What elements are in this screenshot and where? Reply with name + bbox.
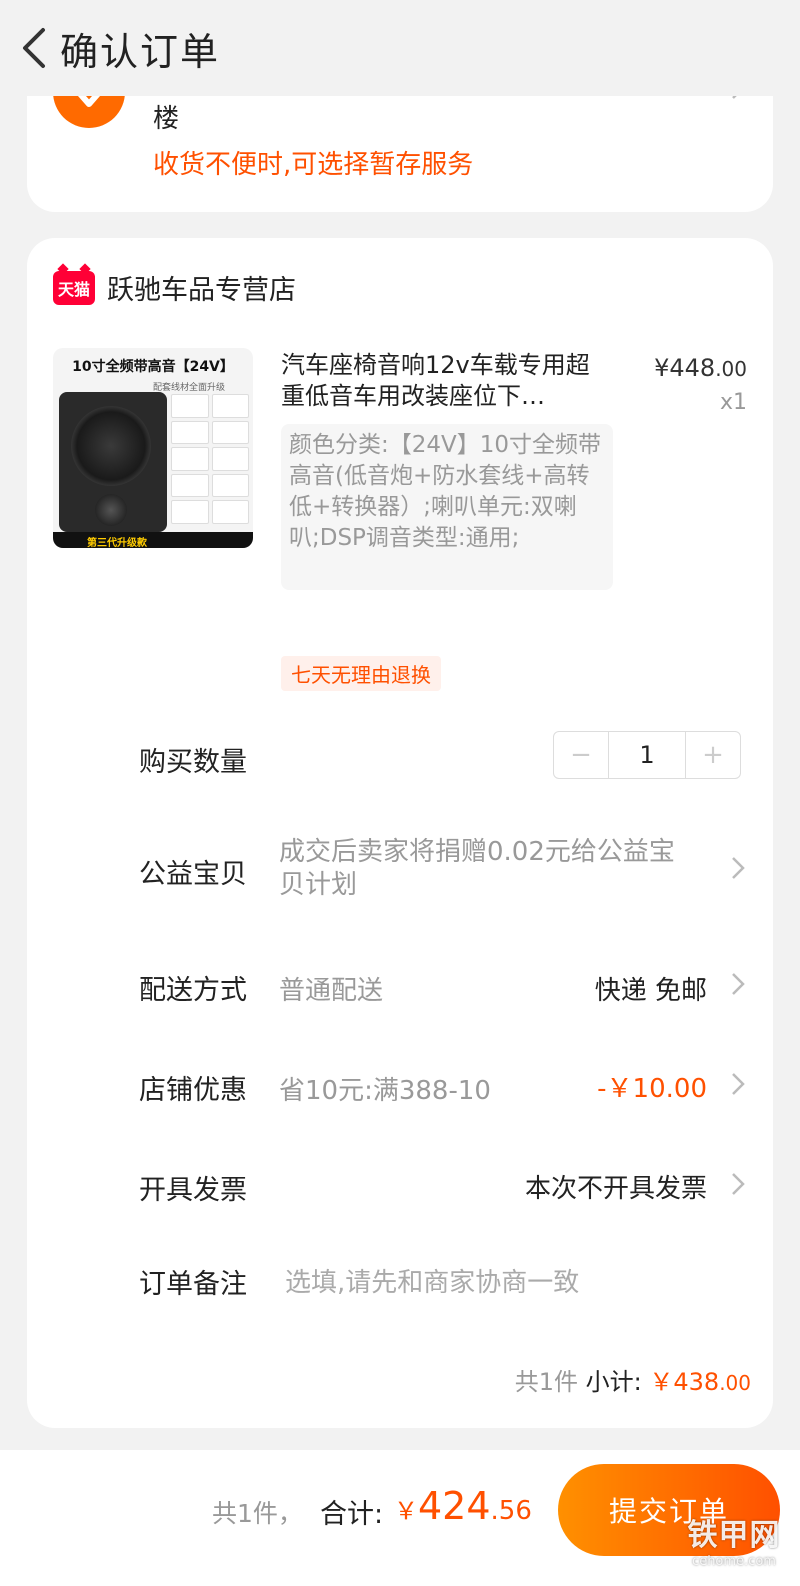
- store-name: 跃驰车品专营店: [107, 275, 296, 306]
- invoice-option[interactable]: 本次不开具发票: [525, 1168, 707, 1205]
- subtotal-label: 小计:: [585, 1368, 642, 1396]
- charity-value[interactable]: 成交后卖家将捐赠0.02元给公益宝贝计划: [279, 836, 699, 902]
- product-price: ¥448.00: [654, 354, 747, 382]
- product-image[interactable]: 10寸全频带高音【24V】 配套线材全面升级 第三代升级款: [53, 348, 253, 548]
- subtotal: 共1件 小计: ￥438.00: [515, 1362, 751, 1397]
- subtotal-symbol: ￥: [649, 1368, 674, 1396]
- subtotal-decimal: .00: [719, 1371, 751, 1395]
- chevron-right-icon[interactable]: [731, 856, 745, 884]
- chevron-right-icon[interactable]: [731, 1172, 745, 1200]
- price-symbol: ¥: [654, 354, 670, 382]
- store-discount-desc: 省10元:满388-10: [279, 1076, 491, 1106]
- tweeter-graphic: [95, 494, 127, 526]
- storage-service-hint[interactable]: 收货不便时,可选择暂存服务: [153, 144, 473, 181]
- order-note-label: 订单备注: [139, 1269, 247, 1300]
- quantity-label: 购买数量: [139, 747, 247, 778]
- quantity-value[interactable]: 1: [608, 732, 686, 778]
- return-policy-tag: 七天无理由退换: [281, 656, 441, 691]
- charity-label: 公益宝贝: [139, 859, 247, 890]
- delivery-method: 普通配送: [279, 976, 384, 1006]
- watermark-url: cehome.com: [692, 1554, 776, 1569]
- total-symbol: ￥: [394, 1497, 418, 1525]
- page-title: 确认订单: [60, 29, 221, 74]
- total-count: 共1件，: [212, 1499, 303, 1528]
- subtotal-count: 共1件: [514, 1368, 578, 1396]
- accessories-graphic: [171, 394, 249, 524]
- site-watermark: 铁甲网 cehome.com: [674, 1510, 794, 1582]
- product-quantity: x1: [719, 390, 747, 415]
- order-card: 天猫 跃驰车品专营店 10寸全频带高音【24V】 配套线材全面升级 第三代升级款…: [27, 238, 773, 1428]
- product-image-banner: [53, 532, 253, 548]
- total-label: 合计:: [320, 1499, 384, 1530]
- delivery-label: 配送方式: [139, 975, 247, 1006]
- woofer-graphic: [71, 406, 151, 486]
- total-integer: 424: [418, 1484, 491, 1528]
- tmall-badge-icon: 天猫: [53, 270, 95, 305]
- total-decimal: .56: [490, 1496, 532, 1526]
- quantity-stepper: − 1 +: [553, 731, 741, 779]
- increase-button[interactable]: +: [686, 732, 740, 778]
- back-arrow-icon[interactable]: [4, 0, 64, 96]
- chevron-right-icon[interactable]: [731, 1072, 745, 1100]
- subtotal-integer: 438: [673, 1368, 720, 1396]
- watermark-text: 铁甲网: [687, 1518, 781, 1553]
- chevron-right-icon[interactable]: [731, 972, 745, 1000]
- decrease-button[interactable]: −: [554, 732, 608, 778]
- delivery-fee[interactable]: 快递 免邮: [595, 970, 707, 1007]
- order-note-input[interactable]: 选填,请先和商家协商一致: [285, 1262, 579, 1299]
- invoice-label: 开具发票: [139, 1175, 247, 1206]
- product-image-caption: 10寸全频带高音【24V】: [72, 359, 234, 375]
- store-header[interactable]: 天猫 跃驰车品专营店: [53, 268, 296, 307]
- product-image-subcaption: 配套线材全面升级: [153, 383, 226, 393]
- top-nav-bar: 确认订单: [0, 0, 800, 96]
- sku-description: 颜色分类:【24V】10寸全频带高音(低音炮+防水套线+高转低+转换器）;喇叭单…: [281, 424, 613, 590]
- price-integer: 448: [669, 354, 716, 382]
- address-text: 楼: [153, 104, 180, 134]
- store-discount-amount[interactable]: -￥10.00: [597, 1068, 707, 1105]
- subtotal-amount: ￥438.00: [649, 1368, 751, 1396]
- store-discount-label: 店铺优惠: [139, 1075, 247, 1106]
- product-image-badge: 第三代升级款: [87, 538, 147, 548]
- product-title[interactable]: 汽车座椅音响12v车载专用超重低音车用改装座位下…: [281, 350, 611, 412]
- price-decimal: .00: [715, 357, 747, 381]
- total-amount: ￥424.56: [394, 1484, 532, 1528]
